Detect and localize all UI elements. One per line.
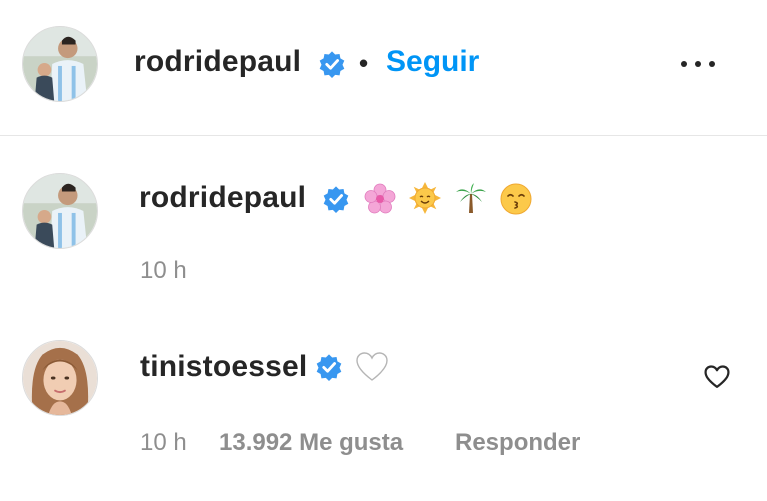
- header-username[interactable]: rodridepaul: [134, 45, 301, 79]
- more-options-button[interactable]: [678, 54, 718, 74]
- verified-badge-icon: [319, 51, 345, 78]
- post-header: rodridepaul • Seguir: [0, 0, 767, 136]
- comment-username[interactable]: tinistoessel: [140, 350, 307, 384]
- comment-avatar[interactable]: [22, 340, 98, 416]
- header-avatar[interactable]: [22, 26, 98, 102]
- verified-badge-icon: [316, 354, 342, 381]
- avatar-image: [23, 27, 97, 101]
- caption-username[interactable]: rodridepaul: [139, 181, 306, 215]
- follow-button[interactable]: Seguir: [386, 45, 479, 79]
- more-dot-icon: [681, 61, 687, 67]
- more-dot-icon: [695, 61, 701, 67]
- more-dot-icon: [709, 61, 715, 67]
- like-heart-icon[interactable]: [703, 363, 731, 391]
- avatar-image: [23, 341, 97, 415]
- comment-timestamp[interactable]: 10 h: [140, 429, 187, 457]
- comment-like-count[interactable]: 13.992 Me gusta: [219, 429, 403, 457]
- reply-button[interactable]: Responder: [455, 429, 580, 457]
- separator-dot: •: [359, 48, 369, 78]
- avatar-image: [23, 174, 97, 248]
- palm-tree-icon: [456, 183, 486, 213]
- caption-avatar[interactable]: [22, 173, 98, 249]
- kissing-face-icon: [500, 183, 532, 215]
- verified-badge-icon: [323, 186, 349, 213]
- cherry-blossom-icon: [364, 183, 396, 214]
- caption-timestamp[interactable]: 10 h: [140, 257, 187, 285]
- smiling-sun-icon: [409, 182, 441, 214]
- white-heart-icon: [356, 352, 388, 381]
